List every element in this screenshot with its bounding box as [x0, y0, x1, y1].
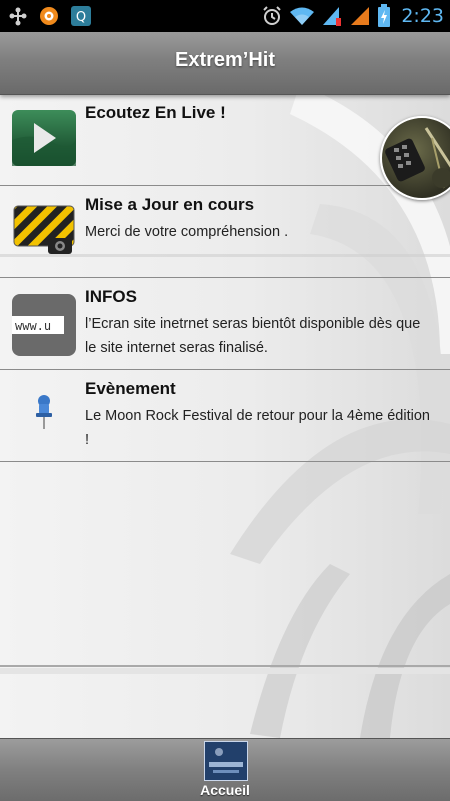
wifi-icon [289, 5, 315, 27]
tab-accueil[interactable]: Accueil [185, 739, 265, 801]
list-item-desc: Le Moon Rock Festival de retour pour la … [85, 408, 430, 448]
signal-icon [321, 5, 343, 27]
list-item-title: INFOS [85, 287, 137, 306]
play-icon [12, 110, 76, 166]
battery-charging-icon [377, 4, 391, 28]
svg-text:www.u: www.u [15, 319, 51, 333]
usb-icon [8, 6, 28, 26]
list-item-event[interactable]: Evènement Le Moon Rock Festival de retou… [0, 370, 450, 462]
list-item-update[interactable]: Mise a Jour en cours Merci de votre comp… [0, 186, 450, 278]
under-construction-icon [12, 202, 76, 258]
list-item-title: Evènement [85, 379, 176, 398]
pushpin-icon [12, 386, 76, 442]
main-content: Ecoutez En Live ! Mise a Jour en cours M… [0, 94, 450, 738]
bottom-nav-bar: Accueil [0, 738, 450, 801]
tab-label: Accueil [200, 782, 250, 798]
list-item-infos[interactable]: www.u INFOS l’Ecran site inetrnet seras … [0, 278, 450, 370]
status-bar: Q 2:23 [0, 0, 450, 32]
www-icon: www.u [12, 294, 76, 356]
clock-time: 2:23 [401, 5, 444, 27]
avast-icon [38, 5, 60, 27]
alarm-icon [261, 5, 283, 27]
list-item-desc: Merci de votre compréhension . [85, 224, 289, 240]
list-item-desc: l’Ecran site inetrnet seras bientôt disp… [85, 316, 421, 356]
list-item-title: Ecoutez En Live ! [85, 103, 226, 122]
quick-q-icon: Q [70, 5, 92, 27]
svg-text:Q: Q [76, 10, 86, 25]
signal-icon [349, 5, 371, 27]
app-title: Extrem’Hit [174, 49, 276, 71]
home-tab-icon [204, 741, 248, 781]
app-title-bar: Extrem’Hit [0, 32, 450, 95]
list-item-title: Mise a Jour en cours [85, 195, 255, 214]
